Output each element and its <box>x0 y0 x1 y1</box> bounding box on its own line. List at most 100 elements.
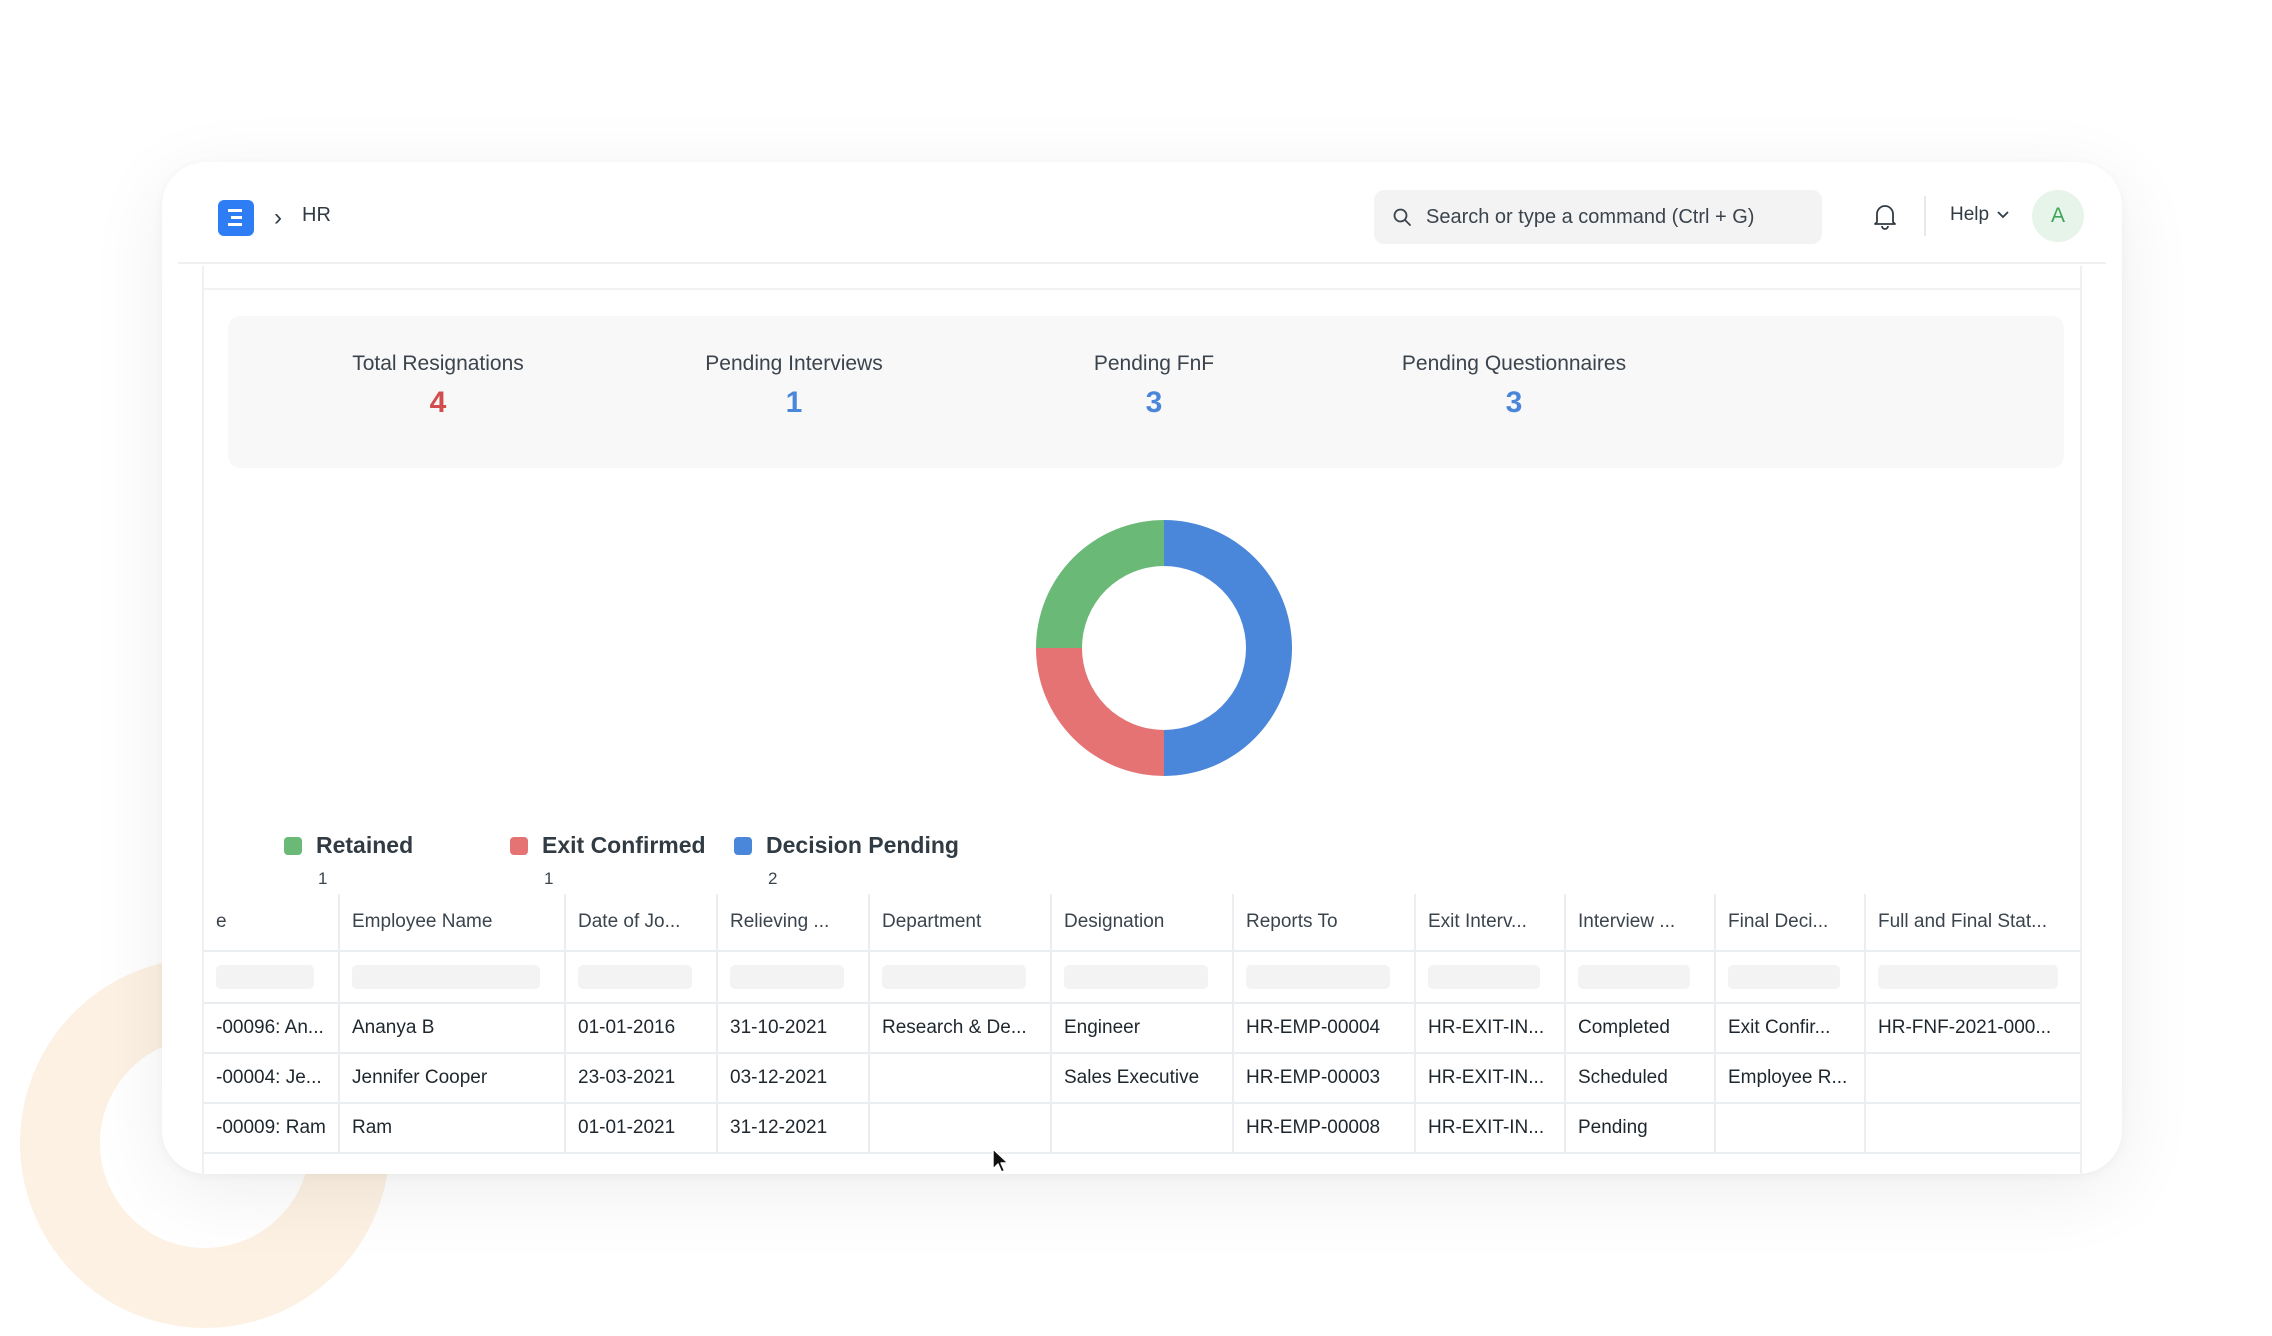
help-label: Help <box>1950 204 1990 225</box>
column-filter-input[interactable] <box>216 965 314 989</box>
donut-slice-decision-pending[interactable] <box>1164 520 1292 776</box>
navbar: › HR Search or type a command (Ctrl + G)… <box>178 162 2106 264</box>
table-cell: HR-EXIT-IN... <box>1414 1104 1564 1152</box>
column-header[interactable]: Exit Interv... <box>1414 894 1564 950</box>
notification-bell-icon[interactable] <box>1872 202 1898 235</box>
table-cell <box>1864 1054 2082 1102</box>
donut-slice-exit-confirmed[interactable] <box>1036 648 1164 776</box>
column-filter-input[interactable] <box>730 965 844 989</box>
column-header[interactable]: Relieving ... <box>716 894 868 950</box>
column-header[interactable]: Interview ... <box>1564 894 1714 950</box>
table-row[interactable]: -00096: An... Ananya B 01-01-2016 31-10-202… <box>204 1004 2082 1054</box>
user-avatar[interactable]: A <box>2032 190 2084 242</box>
table-cell <box>868 1054 1050 1102</box>
column-header[interactable]: Department <box>868 894 1050 950</box>
breadcrumb-hr[interactable]: HR <box>302 204 331 227</box>
table-cell: HR-EXIT-IN... <box>1414 1004 1564 1052</box>
table-cell: HR-EMP-00003 <box>1232 1054 1414 1102</box>
table-cell: Jennifer Cooper <box>338 1054 564 1102</box>
table-row[interactable]: -00004: Je... Jennifer Cooper 23-03-2021 03… <box>204 1054 2082 1104</box>
table-cell: -00096: An... <box>216 1017 324 1038</box>
table-cell: Ananya B <box>338 1004 564 1052</box>
legend-swatch <box>734 836 752 855</box>
card-value: 4 <box>429 386 447 419</box>
card-label: Total Resignations <box>352 352 524 375</box>
table-cell: Engineer <box>1050 1004 1232 1052</box>
navbar-divider <box>1924 196 1926 236</box>
column-header[interactable]: Full and Final Stat... <box>1864 894 2082 950</box>
legend-swatch <box>510 836 528 855</box>
column-header[interactable]: Designation <box>1050 894 1232 950</box>
column-filter-cell <box>1414 952 1564 1002</box>
column-filter-cell <box>1232 952 1414 1002</box>
search-bar[interactable]: Search or type a command (Ctrl + G) <box>1374 190 1822 244</box>
card-label: Pending Questionnaires <box>1401 352 1627 375</box>
column-header[interactable]: Reports To <box>1232 894 1414 950</box>
column-filter-input[interactable] <box>352 965 540 989</box>
table-cell: HR-EXIT-IN... <box>1414 1054 1564 1102</box>
table-cell: Scheduled <box>1564 1054 1714 1102</box>
table-cell: Sales Executive <box>1050 1054 1232 1102</box>
legend-count: 1 <box>544 869 554 888</box>
legend-decision-pending[interactable]: Decision Pending 2 <box>734 832 959 889</box>
table-cell: 23-03-2021 <box>564 1054 716 1102</box>
column-filter-cell <box>1714 952 1864 1002</box>
column-filter-cell <box>1050 952 1232 1002</box>
column-header[interactable]: Final Deci... <box>1714 894 1864 950</box>
column-filter-cell <box>338 952 564 1002</box>
table-cell: 31-10-2021 <box>716 1004 868 1052</box>
legend-label: Exit Confirmed <box>542 832 706 858</box>
table-cell <box>868 1104 1050 1152</box>
table-filter-row <box>204 952 2082 1004</box>
table-cell: Research & De... <box>868 1004 1050 1052</box>
table-cell: Employee R... <box>1714 1054 1864 1102</box>
card-value: 1 <box>785 386 803 419</box>
table-cell: -00009: Ram <box>216 1117 326 1138</box>
app-logo-icon[interactable] <box>218 200 254 236</box>
column-filter-input[interactable] <box>1728 965 1840 989</box>
card-label: Pending FnF <box>1093 352 1215 375</box>
legend-swatch <box>284 836 302 855</box>
legend-exit-confirmed[interactable]: Exit Confirmed 1 <box>510 832 706 889</box>
help-dropdown[interactable]: Help <box>1950 204 2009 226</box>
card-pending-questionnaires[interactable]: Pending Questionnaires 3 <box>1374 352 1654 420</box>
card-value: 3 <box>1145 386 1163 419</box>
column-header[interactable]: Employee Name <box>338 894 564 950</box>
table-cell <box>1050 1104 1232 1152</box>
donut-slice-retained[interactable] <box>1036 520 1164 648</box>
column-filter-cell <box>204 952 338 1002</box>
column-filter-cell <box>564 952 716 1002</box>
column-filter-input[interactable] <box>1578 965 1690 989</box>
card-pending-fnf[interactable]: Pending FnF 3 <box>1054 352 1254 420</box>
search-placeholder: Search or type a command (Ctrl + G) <box>1426 205 1755 228</box>
column-filter-input[interactable] <box>1428 965 1540 989</box>
legend-retained[interactable]: Retained 1 <box>284 832 413 889</box>
card-total-resignations[interactable]: Total Resignations 4 <box>338 352 538 420</box>
table-header-row: e Employee Name Date of Jo... Relieving ...… <box>204 894 2082 952</box>
table-cell: HR-EMP-00004 <box>1232 1004 1414 1052</box>
column-filter-input[interactable] <box>882 965 1026 989</box>
app-window: › HR Search or type a command (Ctrl + G)… <box>162 162 2122 1174</box>
column-filter-input[interactable] <box>1878 965 2058 989</box>
table-cell: Pending <box>1564 1104 1714 1152</box>
table-cell: Completed <box>1564 1004 1714 1052</box>
column-filter-input[interactable] <box>1064 965 1208 989</box>
card-pending-interviews[interactable]: Pending Interviews 1 <box>694 352 894 420</box>
table-row[interactable]: -00009: Ram Ram 01-01-2021 31-12-2021 HR-EMP… <box>204 1104 2082 1154</box>
column-filter-input[interactable] <box>1246 965 1390 989</box>
table-cell: 31-12-2021 <box>716 1104 868 1152</box>
column-filter-input[interactable] <box>578 965 692 989</box>
table-cell: Exit Confir... <box>1714 1004 1864 1052</box>
chevron-down-icon <box>1997 211 2009 219</box>
donut-chart <box>1036 520 1292 776</box>
column-header[interactable]: Date of Jo... <box>564 894 716 950</box>
legend-count: 1 <box>318 869 328 888</box>
column-header[interactable]: e <box>204 894 338 950</box>
mouse-cursor-icon <box>992 1148 1009 1173</box>
column-filter-cell <box>1864 952 2082 1002</box>
breadcrumb-separator-icon: › <box>274 204 282 231</box>
table-cell: 01-01-2021 <box>564 1104 716 1152</box>
dashboard-content: Total Resignations 4 Pending Interviews … <box>202 266 2082 1174</box>
card-label: Pending Interviews <box>705 352 883 375</box>
column-filter-cell <box>1564 952 1714 1002</box>
